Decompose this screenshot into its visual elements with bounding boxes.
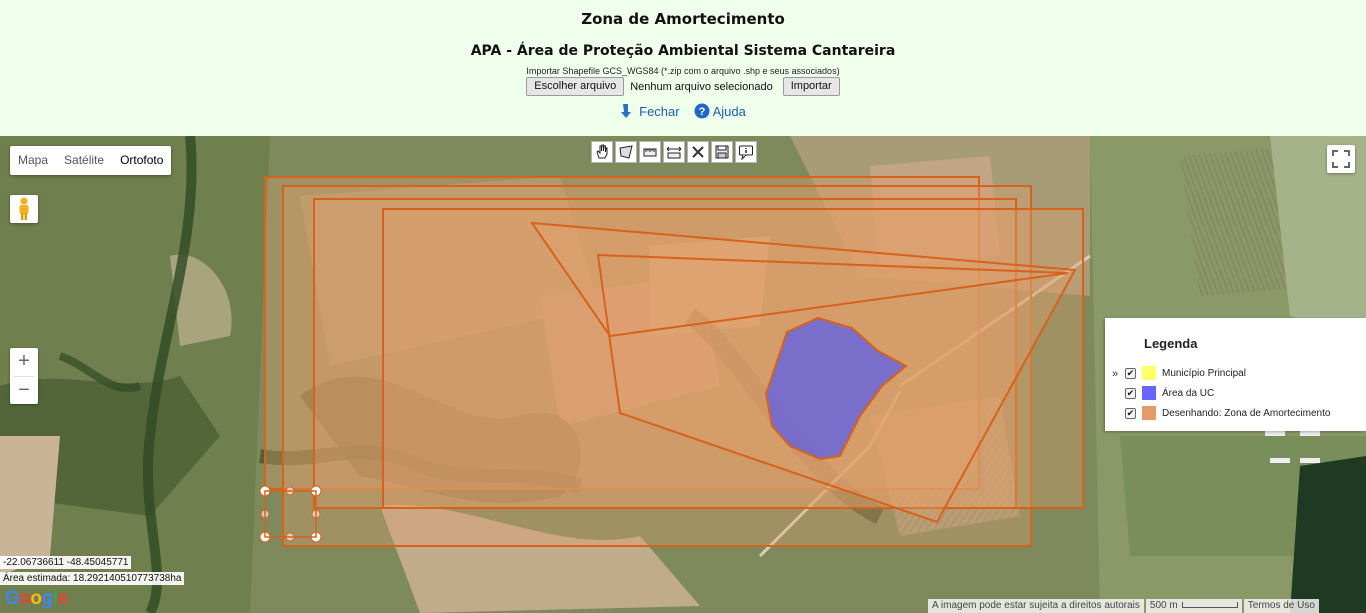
legend-title: Legenda [1144, 336, 1198, 351]
save-button[interactable] [711, 141, 733, 163]
delete-icon [692, 146, 704, 158]
measure-distance-button[interactable] [663, 141, 685, 163]
save-icon [715, 145, 729, 159]
measure-area-button[interactable] [639, 141, 661, 163]
draw-polygon-button[interactable] [615, 141, 637, 163]
action-row: Fechar ? Ajuda [0, 103, 1366, 119]
fullscreen-icon [1332, 150, 1350, 168]
page-subtitle: APA - Área de Proteção Ambiental Sistema… [470, 43, 896, 59]
legend-collapse-icon[interactable]: » [1112, 368, 1118, 380]
legend-item-zona: ✔ Desenhando: Zona de Amortecimento [1125, 406, 1330, 420]
map-type-control: Mapa Satélite Ortofoto [10, 146, 172, 175]
map-canvas[interactable]: Mapa Satélite Ortofoto + − Legenda » ✔ M… [0, 136, 1366, 613]
legend-label-zona: Desenhando: Zona de Amortecimento [1162, 407, 1331, 419]
help-button[interactable]: ? Ajuda [694, 103, 746, 119]
svg-text:?: ? [698, 106, 705, 118]
page-header: Zona de Amortecimento APA - Área de Prot… [0, 0, 1366, 136]
legend-checkbox-zona[interactable]: ✔ [1125, 407, 1136, 419]
scale-label: 500 m [1149, 600, 1178, 611]
help-icon: ? [694, 103, 710, 119]
buffer-zone-drawings [264, 176, 1084, 547]
scale-bar [1181, 602, 1238, 609]
legend-item-area-uc: ✔ Área da UC [1125, 386, 1214, 400]
scale-control[interactable]: 500 m [1145, 599, 1242, 613]
close-button[interactable]: Fechar [620, 103, 680, 119]
zoom-in-button[interactable]: + [10, 348, 38, 376]
choose-file-button[interactable]: Escolher arquivo [526, 77, 625, 96]
google-logo[interactable]: Google [5, 588, 68, 610]
help-label: Ajuda [712, 103, 746, 119]
street-view-pegman[interactable] [10, 195, 38, 223]
cursor-coordinates: -22.06736611 -48.45045771 [0, 556, 132, 569]
legend-checkbox-area-uc[interactable]: ✔ [1125, 387, 1136, 399]
draw-polygon-icon [619, 145, 633, 159]
zoom-out-button[interactable]: − [10, 377, 38, 405]
delete-button[interactable] [687, 141, 709, 163]
fullscreen-button[interactable] [1327, 145, 1355, 173]
hand-pan-icon [596, 144, 608, 159]
measure-distance-icon [666, 146, 682, 159]
page-title: Zona de Amortecimento [581, 10, 785, 28]
terms-link[interactable]: Termos de Uso [1243, 599, 1319, 613]
map-type-mapa[interactable]: Mapa [10, 146, 56, 175]
arrow-down-icon [620, 103, 636, 119]
map-legend: Legenda » ✔ Município Principal ✔ Área d… [1105, 318, 1366, 431]
info-button[interactable] [735, 141, 757, 163]
estimated-area: Área estimada: 18.292140510773738ha [0, 572, 185, 585]
import-hint: Importar Shapefile GCS_WGS84 (*.zip com … [526, 66, 840, 76]
pan-tool-button[interactable] [591, 141, 613, 163]
drawing-toolbar [591, 141, 757, 163]
close-label: Fechar [639, 103, 680, 119]
legend-label-area-uc: Área da UC [1162, 387, 1215, 399]
legend-swatch-municipio [1142, 366, 1156, 380]
map-type-ortofoto[interactable]: Ortofoto [112, 146, 171, 175]
legend-swatch-zona [1142, 406, 1156, 420]
map-attribution-bar: A imagem pode estar sujeita a direitos a… [926, 599, 1319, 613]
measure-area-icon [643, 148, 657, 157]
zoom-control: + − [10, 348, 38, 404]
import-button[interactable]: Importar [782, 77, 840, 96]
map-type-satelite[interactable]: Satélite [56, 146, 112, 175]
legend-checkbox-municipio[interactable]: ✔ [1125, 367, 1136, 379]
legend-swatch-area-uc [1142, 386, 1156, 400]
import-row: Escolher arquivo Nenhum arquivo selecion… [0, 77, 1366, 96]
info-icon [739, 145, 753, 160]
pegman-icon [19, 197, 29, 220]
legend-label-municipio: Município Principal [1162, 367, 1246, 379]
no-file-text: Nenhum arquivo selecionado [630, 80, 773, 93]
imagery-attribution: A imagem pode estar sujeita a direitos a… [928, 599, 1144, 613]
legend-item-municipio: ✔ Município Principal [1125, 366, 1246, 380]
